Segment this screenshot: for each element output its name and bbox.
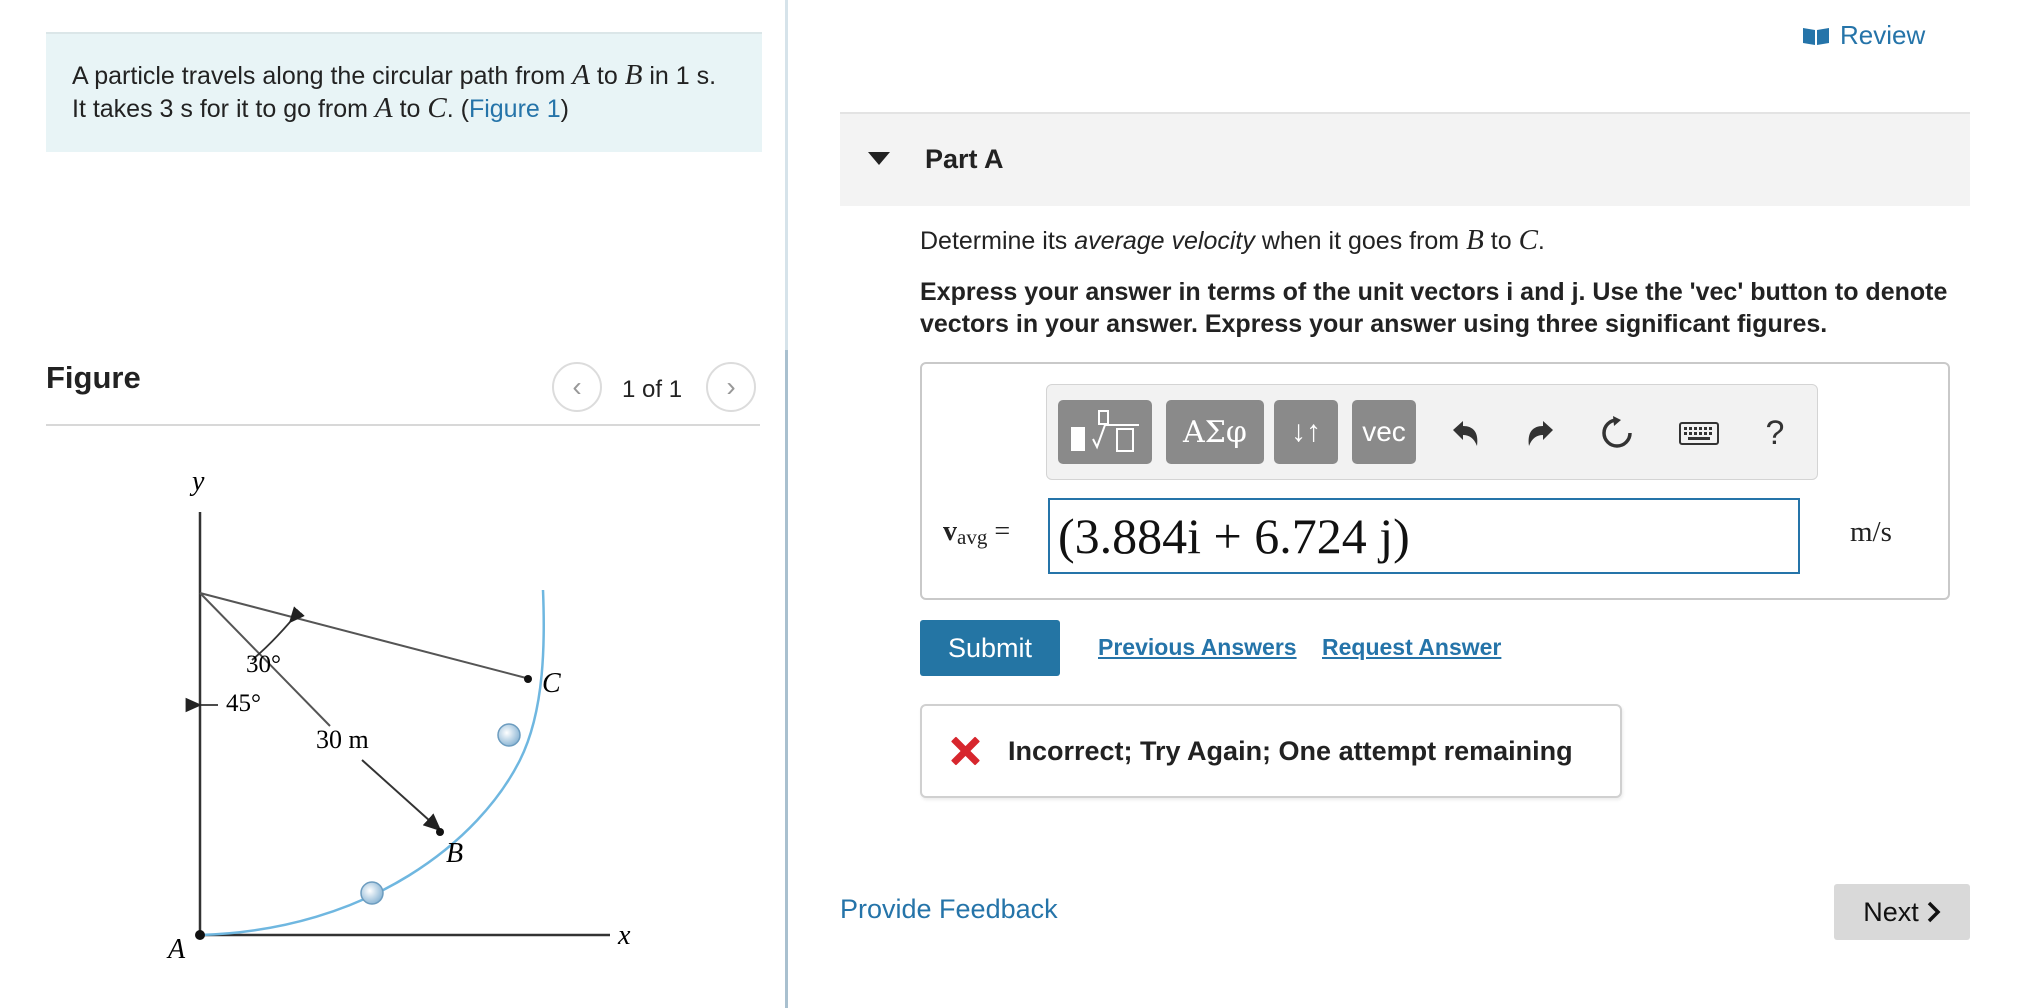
point-a-label: A (166, 934, 186, 965)
question-emphasis: average velocity (1074, 227, 1255, 255)
velocity-symbol: v (943, 516, 957, 547)
templates-icon (1071, 410, 1139, 452)
chevron-left-icon: ‹ (572, 371, 582, 402)
var-b: B (1466, 224, 1484, 256)
figure-title: Figure (46, 360, 141, 395)
next-button[interactable]: Next (1834, 884, 1970, 940)
var-a: A (374, 92, 393, 124)
angle-30-label: 30° (246, 651, 281, 678)
point-b (436, 828, 444, 836)
previous-answers-link[interactable]: Previous Answers (1098, 634, 1297, 661)
circular-path-figure: y x 30° 45° 30 m A B C (166, 466, 631, 965)
figure-counter: 1 of 1 (622, 376, 683, 403)
problem-text: A particle travels along the circular pa… (72, 62, 573, 90)
var-c: C (1518, 224, 1538, 256)
submit-button[interactable]: Submit (920, 620, 1060, 676)
units-label: m/s (1850, 516, 1892, 548)
point-c-label: C (542, 668, 561, 699)
scrollbar[interactable] (785, 350, 788, 1008)
problem-text: . ( (446, 95, 469, 123)
point-a (195, 930, 205, 940)
question-part: to (1483, 227, 1519, 255)
provide-feedback-link[interactable]: Provide Feedback (840, 894, 1058, 925)
templates-button[interactable] (1058, 400, 1152, 464)
next-label: Next (1863, 896, 1919, 927)
y-axis-label: y (189, 466, 205, 497)
question-text: Determine its average velocity when it g… (920, 224, 1545, 257)
reset-icon[interactable] (1594, 410, 1640, 456)
problem-panel: A particle travels along the circular pa… (0, 0, 786, 1008)
particle-upper (497, 723, 521, 747)
question-part: . (1537, 227, 1545, 255)
feedback-message: Incorrect; Try Again; One attempt remain… (1008, 736, 1573, 766)
equals-sign: = (987, 516, 1011, 547)
review-label: Review (1840, 20, 1926, 50)
figure-prev-button[interactable]: ‹ (552, 362, 602, 412)
request-answer-link[interactable]: Request Answer (1322, 634, 1501, 661)
angle-45-label: 45° (226, 690, 261, 717)
point-b-label: B (446, 838, 463, 869)
undo-icon[interactable] (1442, 410, 1488, 456)
part-header[interactable] (840, 114, 1970, 206)
question-part: when it goes from (1254, 227, 1467, 255)
caret-down-icon[interactable] (868, 152, 890, 165)
figure-divider (46, 424, 760, 426)
answer-input[interactable]: (3.884i + 6.724 j) (1048, 498, 1800, 574)
radius-label: 30 m (316, 725, 369, 754)
radius-arrow (361, 759, 442, 832)
help-button[interactable]: ? (1752, 410, 1798, 456)
figure-link[interactable]: Figure 1 (469, 95, 561, 123)
var-b: B (624, 59, 643, 91)
chevron-right-icon (1927, 901, 1941, 923)
review-link[interactable]: Review (1802, 20, 1925, 51)
var-c: C (427, 92, 447, 124)
problem-text: to (392, 95, 428, 123)
vec-button[interactable]: vec (1352, 400, 1416, 464)
chevron-right-icon: › (726, 371, 736, 402)
answer-label: vavg = (943, 516, 1010, 550)
problem-statement: A particle travels along the circular pa… (46, 32, 762, 152)
arrows-button[interactable]: ↓↑ (1274, 400, 1338, 464)
redo-icon[interactable] (1518, 410, 1564, 456)
var-a: A (572, 59, 590, 91)
instructions: Express your answer in terms of the unit… (920, 278, 1948, 338)
question-part: Determine its (920, 227, 1075, 255)
problem-text: to (589, 62, 625, 90)
greek-symbols-button[interactable]: ΑΣφ (1166, 400, 1264, 464)
problem-text: ) (560, 95, 569, 123)
velocity-subscript: avg (957, 525, 988, 549)
x-axis-label: x (617, 920, 631, 951)
keyboard-icon[interactable] (1676, 410, 1722, 456)
part-title[interactable]: Part A (925, 144, 1004, 175)
particle-lower (360, 881, 384, 905)
point-c (524, 675, 532, 683)
figure-next-button[interactable]: › (706, 362, 756, 412)
incorrect-x-icon (950, 736, 980, 766)
book-icon (1803, 27, 1829, 45)
